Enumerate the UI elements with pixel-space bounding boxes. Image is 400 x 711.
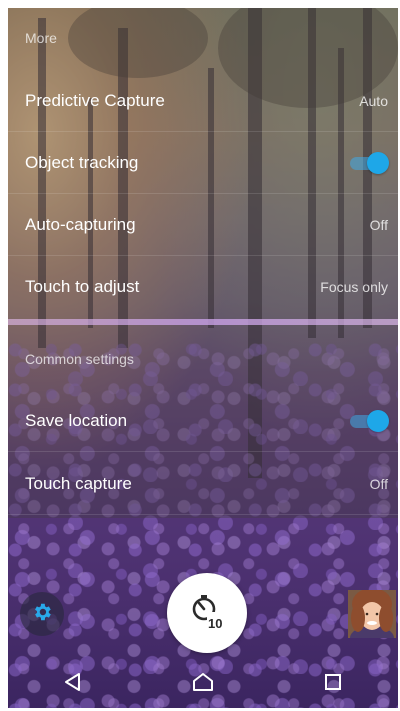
setting-label: Save location bbox=[25, 410, 128, 430]
gear-icon bbox=[31, 601, 53, 628]
section-divider bbox=[8, 319, 398, 325]
setting-value: Off bbox=[369, 475, 388, 492]
timer-seconds-label: 10 bbox=[208, 616, 223, 631]
setting-auto-capturing[interactable]: Auto-capturing Off bbox=[8, 194, 398, 256]
settings-panel: More Predictive Capture Auto Object trac… bbox=[8, 8, 398, 518]
toggle-thumb bbox=[367, 409, 389, 432]
setting-label: Predictive Capture bbox=[25, 90, 165, 110]
save-location-toggle[interactable] bbox=[348, 409, 389, 432]
home-button[interactable] bbox=[173, 664, 233, 704]
recents-button[interactable] bbox=[303, 664, 363, 704]
object-tracking-toggle[interactable] bbox=[348, 151, 389, 174]
camera-settings-button[interactable] bbox=[20, 592, 64, 636]
setting-predictive-capture[interactable]: Predictive Capture Auto bbox=[8, 70, 398, 132]
home-icon bbox=[192, 672, 214, 697]
setting-value: Focus only bbox=[320, 279, 388, 295]
setting-label: Auto-capturing bbox=[25, 214, 136, 234]
setting-save-location[interactable]: Save location bbox=[8, 390, 398, 452]
back-button[interactable] bbox=[43, 664, 103, 704]
toggle-thumb bbox=[367, 151, 389, 174]
last-photo-thumbnail[interactable] bbox=[348, 590, 396, 638]
setting-label: Touch capture bbox=[25, 473, 132, 493]
back-triangle-icon bbox=[63, 672, 83, 697]
setting-label: Touch to adjust bbox=[25, 277, 140, 296]
camera-screen: More Predictive Capture Auto Object trac… bbox=[8, 8, 398, 708]
setting-label: Object tracking bbox=[25, 152, 139, 172]
setting-touch-to-adjust[interactable]: Touch to adjust Focus only bbox=[8, 256, 398, 318]
system-navigation-bar bbox=[8, 660, 398, 708]
setting-value: Off bbox=[369, 216, 388, 233]
recents-square-icon bbox=[324, 673, 342, 696]
setting-value: Auto bbox=[359, 92, 388, 109]
section-header-common: Common settings bbox=[25, 351, 134, 367]
section-header-more: More bbox=[25, 30, 57, 46]
setting-touch-capture[interactable]: Touch capture Off bbox=[8, 453, 398, 515]
setting-object-tracking[interactable]: Object tracking bbox=[8, 132, 398, 194]
thumbnail-image bbox=[348, 590, 396, 638]
shutter-button[interactable]: 10 bbox=[167, 573, 247, 653]
